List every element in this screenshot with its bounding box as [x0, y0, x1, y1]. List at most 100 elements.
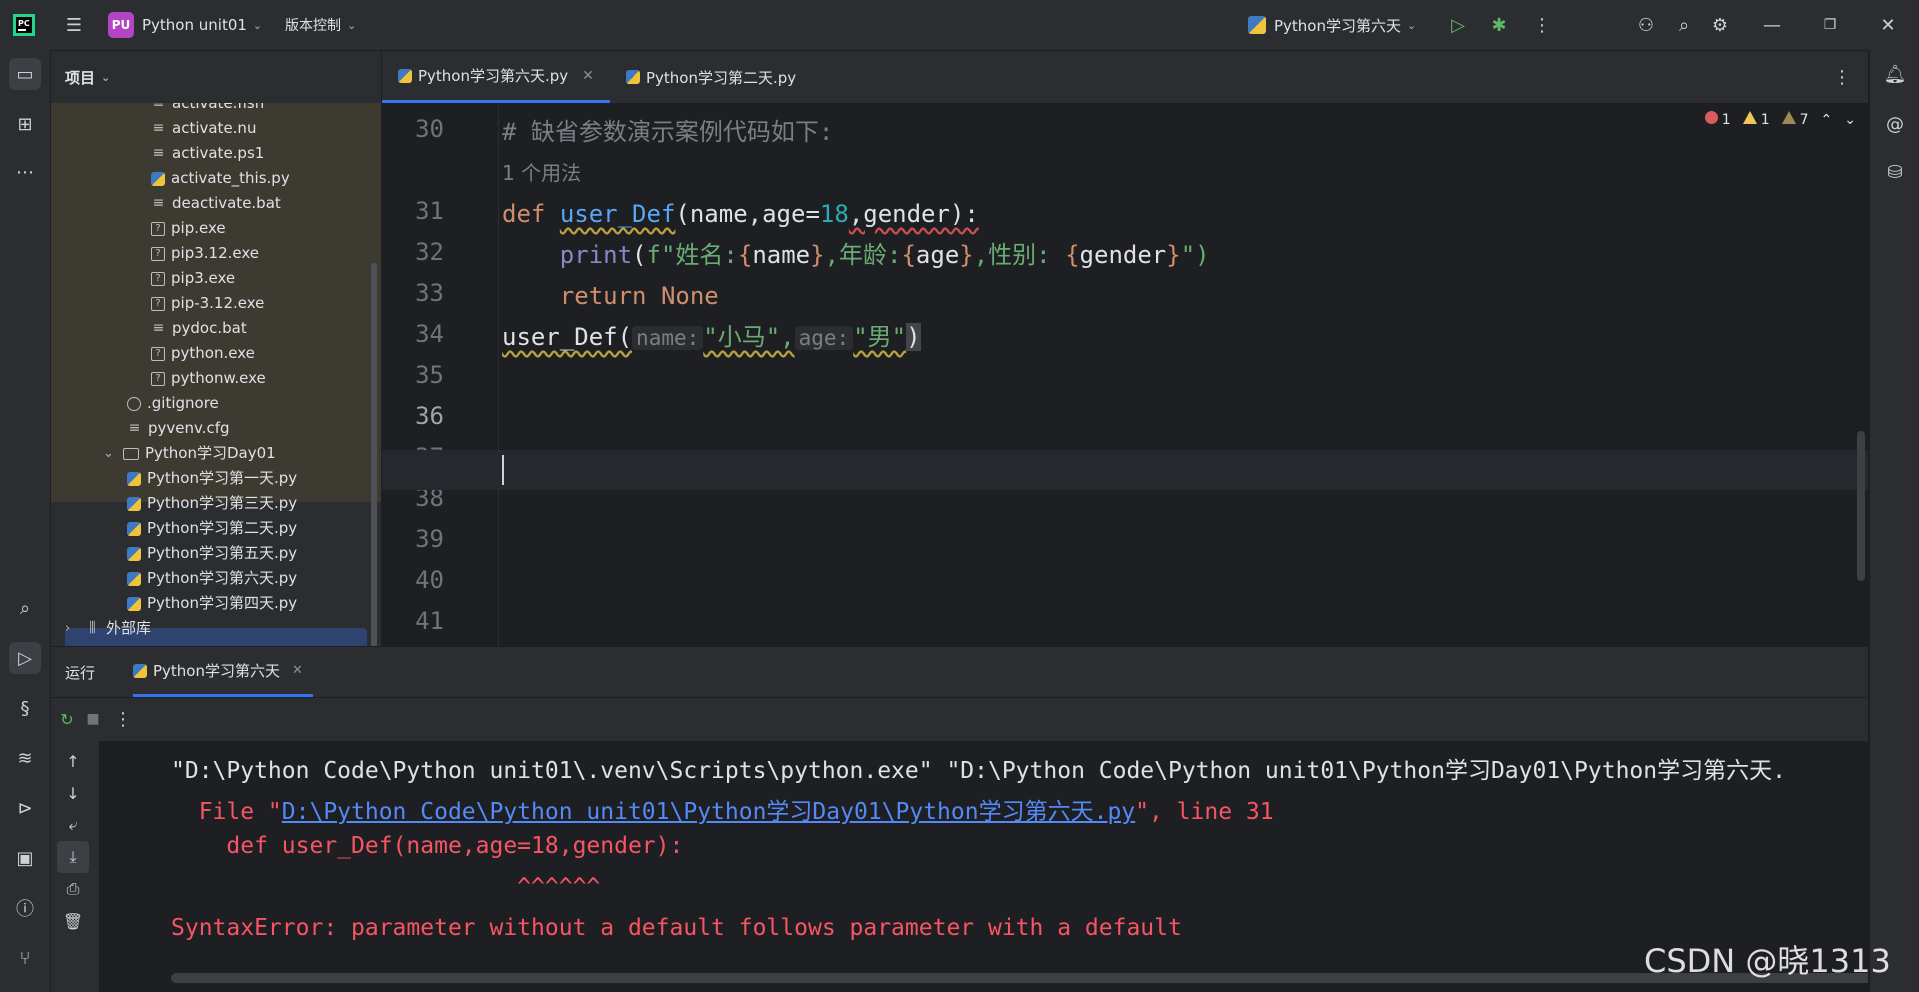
arrow-up-icon[interactable]: ↑ — [57, 745, 89, 777]
main-menu-icon[interactable]: ☰ — [58, 9, 90, 41]
problems-icon[interactable]: ⓘ — [9, 892, 41, 924]
tree-item-label: activate_this.py — [171, 169, 290, 187]
terminal-icon[interactable]: ▣ — [9, 842, 41, 874]
search-icon[interactable]: ⌕ — [1668, 9, 1700, 41]
vcs-menu[interactable]: 版本控制 ⌄ — [285, 0, 356, 50]
tree-item[interactable]: Python学习第二天.py — [127, 516, 297, 541]
tree-item[interactable]: Python学习第五天.py — [127, 541, 297, 566]
tree-item[interactable]: ⌄ Python学习Day01 — [103, 441, 276, 466]
settings-gear-icon[interactable]: ⚙ — [1704, 9, 1736, 41]
tree-item[interactable]: ≡ pyvenv.cfg — [127, 416, 230, 441]
tab-python-day2[interactable]: Python学习第二天.py — [610, 51, 840, 103]
console-hscrollbar[interactable] — [171, 973, 1868, 983]
tree-item[interactable]: activate_this.py — [151, 166, 290, 191]
tree-item[interactable]: ≡ deactivate.bat — [151, 191, 281, 216]
git-icon[interactable]: ⑂ — [9, 942, 41, 974]
tab-python-day6[interactable]: Python学习第六天.py ✕ — [382, 51, 610, 103]
chevron-down-icon[interactable]: ⌄ — [1844, 112, 1856, 128]
tree-item[interactable]: Python学习第四天.py — [127, 591, 297, 616]
console-output[interactable]: "D:\Python Code\Python unit01\.venv\Scri… — [99, 741, 1868, 992]
fstring-var: age — [915, 241, 960, 269]
print-icon[interactable]: ⎙ — [57, 873, 89, 905]
unknown-file-icon: ? — [151, 246, 165, 261]
run-tab[interactable]: Python学习第六天 ✕ — [133, 647, 313, 697]
tree-item[interactable]: ? pip3.12.exe — [151, 241, 259, 266]
unknown-file-icon: ? — [151, 371, 165, 386]
ai-assistant-icon[interactable]: @ — [1879, 108, 1911, 140]
soft-wrap-icon[interactable]: ⤶ — [57, 809, 89, 841]
tree-item[interactable]: Python学习第三天.py — [127, 491, 297, 516]
stop-icon[interactable]: ■ — [77, 703, 109, 735]
text-file-icon: ≡ — [128, 420, 141, 436]
run-tool-icon[interactable]: ▷ — [9, 642, 41, 674]
close-run-tab-icon[interactable]: ✕ — [292, 663, 303, 678]
keyword-return: return — [559, 282, 647, 310]
search-tool-icon[interactable]: ⌕ — [9, 592, 41, 624]
python-console-icon[interactable]: § — [9, 692, 41, 724]
trash-icon[interactable]: 🗑︎ — [57, 905, 89, 937]
arrow-down-icon[interactable]: ↓ — [57, 777, 89, 809]
tree-item-label: Python学习第一天.py — [147, 469, 298, 487]
tree-item[interactable]: ? pip.exe — [151, 216, 226, 241]
run-config-name: Python学习第六天 — [1274, 16, 1401, 35]
tree-item[interactable]: ≡ activate.ps1 — [151, 141, 265, 166]
chevron-right-icon[interactable]: › — [65, 616, 75, 641]
debug-icon[interactable]: ✱ — [1483, 9, 1515, 41]
code-area[interactable]: # 缺省参数演示案例代码如下: 1 个用法 def user_Def(name,… — [382, 103, 1868, 646]
tree-item[interactable]: ? pip-3.12.exe — [151, 291, 264, 316]
weak-warning-count[interactable]: 7 — [1781, 111, 1809, 128]
minimize-icon[interactable]: — — [1756, 9, 1788, 41]
editor-scrollbar[interactable] — [1857, 431, 1865, 581]
run-options-icon[interactable]: ⋮ — [107, 703, 139, 735]
tree-item[interactable]: Python学习第一天.py — [127, 466, 297, 491]
close-tab-icon[interactable]: ✕ — [582, 68, 594, 84]
database-icon[interactable]: ⛁ — [1879, 156, 1911, 188]
python-file-icon — [127, 496, 141, 511]
scroll-to-end-icon[interactable]: ⤓ — [57, 841, 89, 873]
add-user-icon[interactable]: ⚇ — [1630, 9, 1662, 41]
line-number: 40 — [415, 566, 444, 594]
tab-label: Python学习第二天.py — [646, 68, 797, 87]
chevron-down-icon: ⌄ — [347, 18, 357, 32]
tree-item[interactable]: ≡ pydoc.bat — [151, 316, 247, 341]
project-folder-icon[interactable]: ▭ — [9, 58, 41, 90]
tree-item-label: deactivate.bat — [172, 194, 281, 212]
inspection-widget[interactable]: 1 1 7 ⌃ ⌄ — [1704, 111, 1856, 128]
tree-item[interactable]: › ⫼ 外部库 — [65, 616, 151, 641]
services-icon[interactable]: ⊳ — [9, 792, 41, 824]
tree-item[interactable]: ? pythonw.exe — [151, 366, 266, 391]
tree-scrollbar[interactable] — [371, 263, 377, 646]
fstring-part: ,性别: — [973, 241, 1066, 269]
tree-item[interactable]: ? python.exe — [151, 341, 255, 366]
close-window-icon[interactable]: ✕ — [1872, 9, 1904, 41]
chevron-down-icon[interactable]: ⌄ — [103, 441, 114, 466]
tree-item[interactable]: .gitignore — [127, 391, 219, 416]
more-actions-icon[interactable]: ⋮ — [1526, 9, 1558, 41]
warning-count[interactable]: 1 — [1742, 111, 1770, 128]
chevron-down-icon: ⌄ — [1407, 18, 1417, 32]
line-number: 32 — [415, 238, 444, 266]
tree-item-label: Python学习第二天.py — [147, 519, 298, 537]
structure-icon[interactable]: ⊞ — [9, 108, 41, 140]
watermark: CSDN @晓1313 — [1644, 942, 1891, 980]
tab-options-icon[interactable]: ⋮ — [1826, 61, 1858, 93]
run-icon[interactable]: ▷ — [1442, 9, 1474, 41]
project-badge: PU — [108, 12, 134, 38]
tree-item[interactable]: ≡ activate.nu — [151, 116, 257, 141]
usage-hint[interactable]: 1 个用法 — [502, 156, 581, 190]
tree-item[interactable]: Python学习第六天.py — [127, 566, 297, 591]
tree-item[interactable]: ? pip3.exe — [151, 266, 235, 291]
project-switcher[interactable]: PU Python unit01 ⌄ — [108, 0, 262, 50]
tree-item[interactable]: ≡ activate.fish — [151, 103, 265, 116]
more-tools-icon[interactable]: ⋯ — [9, 156, 41, 188]
layers-icon[interactable]: ≋ — [9, 742, 41, 774]
notifications-bell-icon[interactable]: 🔔︎ — [1879, 58, 1911, 90]
traceback-file-link[interactable]: D:\Python Code\Python unit01\Python学习Day… — [282, 799, 1135, 825]
run-config-selector[interactable]: Python学习第六天 ⌄ — [1248, 0, 1416, 50]
chevron-up-icon[interactable]: ⌃ — [1821, 112, 1833, 128]
error-count[interactable]: 1 — [1704, 111, 1731, 128]
restore-icon[interactable]: ❐ — [1814, 9, 1846, 41]
params-open: (name,age= — [675, 200, 820, 228]
pycharm-logo-icon[interactable]: PC — [12, 0, 36, 50]
project-panel-header[interactable]: 项目 ⌄ — [51, 51, 381, 103]
